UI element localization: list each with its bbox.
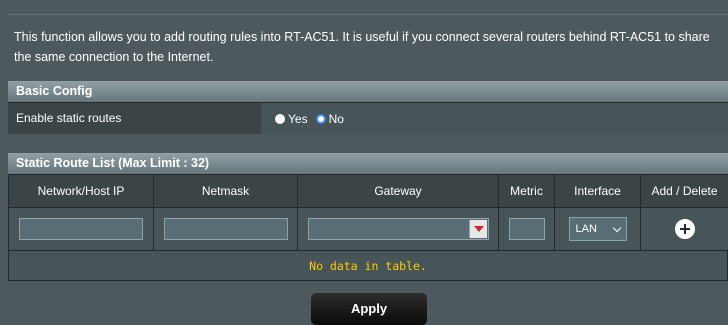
interface-select[interactable]: LAN [569, 217, 627, 241]
col-add-delete: Add / Delete [641, 175, 728, 208]
enable-static-routes-options: Yes No [261, 103, 728, 134]
col-interface: Interface [555, 175, 641, 208]
description-text: This function allows you to add routing … [14, 27, 728, 67]
static-route-list-section: Static Route List (Max Limit : 32) Netwo… [8, 153, 728, 281]
no-data-message: No data in table. [8, 251, 728, 281]
static-route-table: Network/Host IP Netmask Gateway Metric I… [8, 174, 728, 251]
apply-button[interactable]: Apply [311, 293, 427, 325]
table-header-row: Network/Host IP Netmask Gateway Metric I… [9, 175, 728, 208]
metric-input[interactable] [509, 218, 545, 240]
add-route-button[interactable] [675, 219, 695, 239]
input-row: LAN [9, 208, 728, 251]
radio-yes-label[interactable]: Yes [288, 112, 308, 126]
netmask-input[interactable] [164, 218, 288, 240]
top-divider [8, 14, 728, 15]
col-netmask: Netmask [154, 175, 298, 208]
basic-config-header: Basic Config [8, 81, 728, 102]
enable-static-routes-label: Enable static routes [8, 103, 261, 134]
chevron-down-icon [612, 223, 620, 231]
basic-config-section: Basic Config Enable static routes Yes No [8, 81, 728, 134]
radio-yes[interactable] [275, 114, 285, 124]
col-network-host-ip: Network/Host IP [9, 175, 154, 208]
enable-static-routes-row: Enable static routes Yes No [8, 102, 728, 134]
radio-no-label[interactable]: No [329, 112, 344, 126]
static-route-list-header: Static Route List (Max Limit : 32) [8, 153, 728, 174]
col-metric: Metric [499, 175, 555, 208]
interface-select-value: LAN [576, 223, 597, 235]
radio-no[interactable] [316, 114, 326, 124]
gateway-dropdown-arrow-icon[interactable] [469, 220, 487, 238]
gateway-input[interactable] [308, 218, 489, 240]
network-host-ip-input[interactable] [19, 218, 143, 240]
col-gateway: Gateway [298, 175, 499, 208]
